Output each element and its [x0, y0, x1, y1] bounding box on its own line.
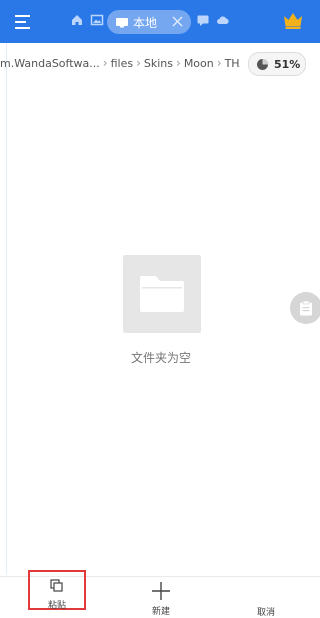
folder-icon	[140, 276, 184, 312]
tab-local[interactable]: 本地	[107, 10, 191, 34]
plus-icon	[152, 582, 170, 600]
home-icon[interactable]	[70, 13, 84, 27]
close-icon[interactable]	[171, 15, 184, 28]
cancel-label: 取消	[256, 608, 275, 618]
phone-icon	[116, 18, 128, 28]
empty-folder-message: 文件夹为空	[130, 351, 191, 365]
image-icon[interactable]	[90, 13, 104, 27]
chevron-right-icon: ›	[176, 56, 181, 70]
storage-percent: 51%	[274, 57, 301, 71]
breadcrumb-item[interactable]: THA	[225, 57, 240, 70]
paste-button[interactable]: 粘贴	[28, 570, 86, 611]
menu-icon[interactable]	[12, 10, 36, 34]
breadcrumb-item[interactable]: m.WandaSoftwa...	[0, 57, 100, 70]
chevron-right-icon: ›	[136, 56, 141, 70]
breadcrumb-item[interactable]: Skins	[144, 57, 173, 70]
cloud-icon[interactable]	[216, 13, 230, 27]
paste-icon	[50, 579, 63, 592]
new-label: 新建	[151, 607, 170, 617]
new-button[interactable]: 新建	[131, 577, 191, 617]
chevron-right-icon: ›	[102, 56, 108, 70]
cancel-button[interactable]: 取消	[236, 577, 296, 618]
chat-icon[interactable]	[196, 13, 210, 27]
chevron-right-icon: ›	[216, 56, 222, 70]
bottom-action-bar: 粘贴 新建 取消	[0, 570, 320, 618]
storage-badge[interactable]: 51%	[248, 52, 306, 76]
paste-label: 粘贴	[47, 601, 66, 611]
clipboard-icon	[300, 300, 312, 316]
left-divider	[6, 43, 7, 575]
breadcrumb-item[interactable]: files	[111, 57, 133, 70]
breadcrumb-item[interactable]: Moon	[184, 57, 214, 70]
tab-local-label: 本地	[133, 16, 158, 30]
breadcrumb: m.WandaSoftwa... › files › Skins › Moon …	[0, 52, 240, 74]
top-bar: 本地	[0, 0, 320, 43]
pie-chart-icon	[257, 58, 268, 70]
clipboard-handle[interactable]	[290, 292, 320, 324]
crown-icon[interactable]	[282, 9, 304, 31]
tab-icons-left	[70, 13, 104, 27]
tab-icons-right	[196, 13, 230, 27]
empty-folder-placeholder	[123, 255, 201, 333]
